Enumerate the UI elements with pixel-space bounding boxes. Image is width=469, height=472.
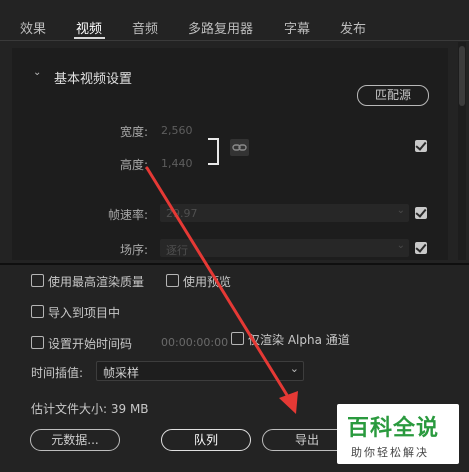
watermark-subtitle: 助你轻松解决: [351, 446, 429, 459]
annotation-arrow: [145, 166, 298, 414]
watermark-logo: 百科全说 助你轻松解决: [337, 404, 459, 464]
watermark-title: 百科全说: [347, 416, 440, 441]
